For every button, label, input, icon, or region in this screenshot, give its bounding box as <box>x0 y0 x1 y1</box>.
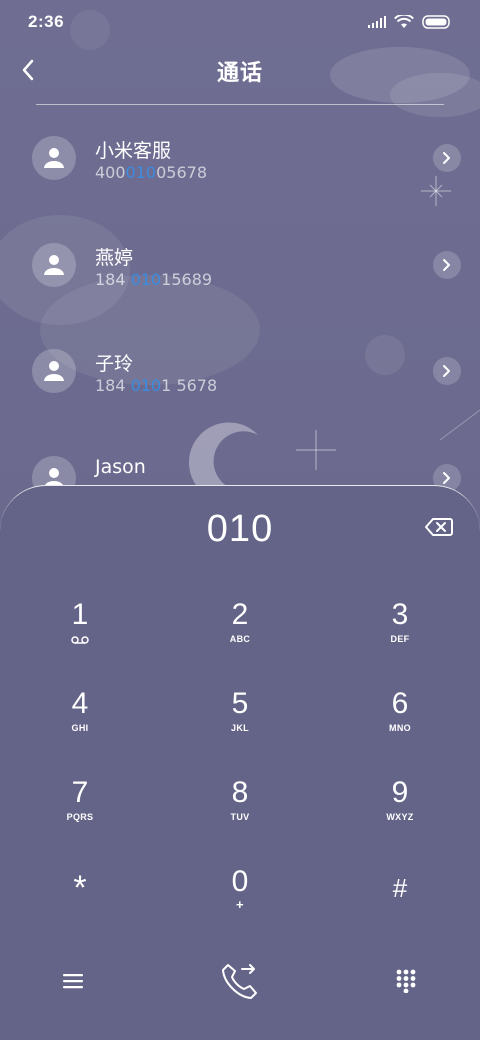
backspace-icon <box>425 518 453 536</box>
key-2[interactable]: 2 ABC <box>180 598 300 678</box>
key-5[interactable]: 5 JKL <box>180 687 300 767</box>
key-6[interactable]: 6 MNO <box>340 687 460 767</box>
dialpad-icon <box>396 969 416 993</box>
dialer-panel: 010 1 2 ABC 3 DEF 4 GHI 5 JKL 6 MNO 7 PQ… <box>0 485 480 1040</box>
dialpad-toggle-button[interactable] <box>376 951 436 1011</box>
number-match-highlight: 010 <box>130 376 162 395</box>
avatar <box>32 349 76 393</box>
dialed-number: 010 <box>206 508 274 550</box>
avatar <box>32 136 76 180</box>
contact-row[interactable]: 小米客服 40001005678 <box>0 106 480 212</box>
page-title: 通话 <box>216 61 263 86</box>
back-button[interactable] <box>14 54 42 86</box>
chevron-left-icon <box>22 59 34 81</box>
key-1[interactable]: 1 <box>20 598 140 678</box>
contact-number: 184 0101 5678 <box>95 376 218 395</box>
contact-name: Jason <box>95 456 146 478</box>
contact-number: 184 01015689 <box>95 270 213 289</box>
chevron-right-icon <box>443 365 450 377</box>
chevron-right-icon <box>443 152 450 164</box>
status-icons <box>368 15 452 29</box>
contact-detail-button[interactable] <box>433 251 461 279</box>
key-8[interactable]: 8 TUV <box>180 776 300 856</box>
menu-icon <box>63 974 83 989</box>
signal-icon <box>368 16 386 28</box>
call-button[interactable] <box>210 951 270 1011</box>
contact-row[interactable]: 子玲 184 0101 5678 <box>0 319 480 425</box>
contact-detail-button[interactable] <box>433 357 461 385</box>
status-bar: 2:36 <box>0 0 480 44</box>
bottom-bar <box>0 951 480 1021</box>
contact-number: 40001005678 <box>95 163 207 182</box>
chevron-right-icon <box>443 472 450 484</box>
key-3[interactable]: 3 DEF <box>340 598 460 678</box>
person-icon <box>44 148 64 168</box>
contact-name: 燕婷 <box>95 247 134 269</box>
number-match-highlight: 010 <box>130 270 162 289</box>
avatar <box>32 243 76 287</box>
chevron-right-icon <box>443 259 450 271</box>
battery-icon <box>422 15 450 29</box>
wifi-icon <box>394 15 414 28</box>
key-9[interactable]: 9 WXYZ <box>340 776 460 856</box>
key-0[interactable]: 0 + <box>180 865 300 945</box>
contact-detail-button[interactable] <box>433 144 461 172</box>
status-time: 2:36 <box>28 12 65 31</box>
menu-button[interactable] <box>43 951 103 1011</box>
person-icon <box>44 255 64 275</box>
call-icon <box>222 964 257 999</box>
header-divider <box>36 104 444 105</box>
key-7[interactable]: 7 PQRS <box>20 776 140 856</box>
key-star[interactable]: * <box>20 871 140 951</box>
contact-name: 小米客服 <box>95 140 172 162</box>
person-icon <box>44 361 64 381</box>
contact-name: 子玲 <box>95 353 134 375</box>
number-match-highlight: 010 <box>125 163 157 182</box>
backspace-button[interactable] <box>424 516 454 538</box>
contact-row[interactable]: 燕婷 184 01015689 <box>0 213 480 319</box>
voicemail-icon <box>71 635 89 645</box>
key-4[interactable]: 4 GHI <box>20 687 140 767</box>
header: 通话 <box>0 44 480 98</box>
key-hash[interactable]: # <box>340 871 460 951</box>
